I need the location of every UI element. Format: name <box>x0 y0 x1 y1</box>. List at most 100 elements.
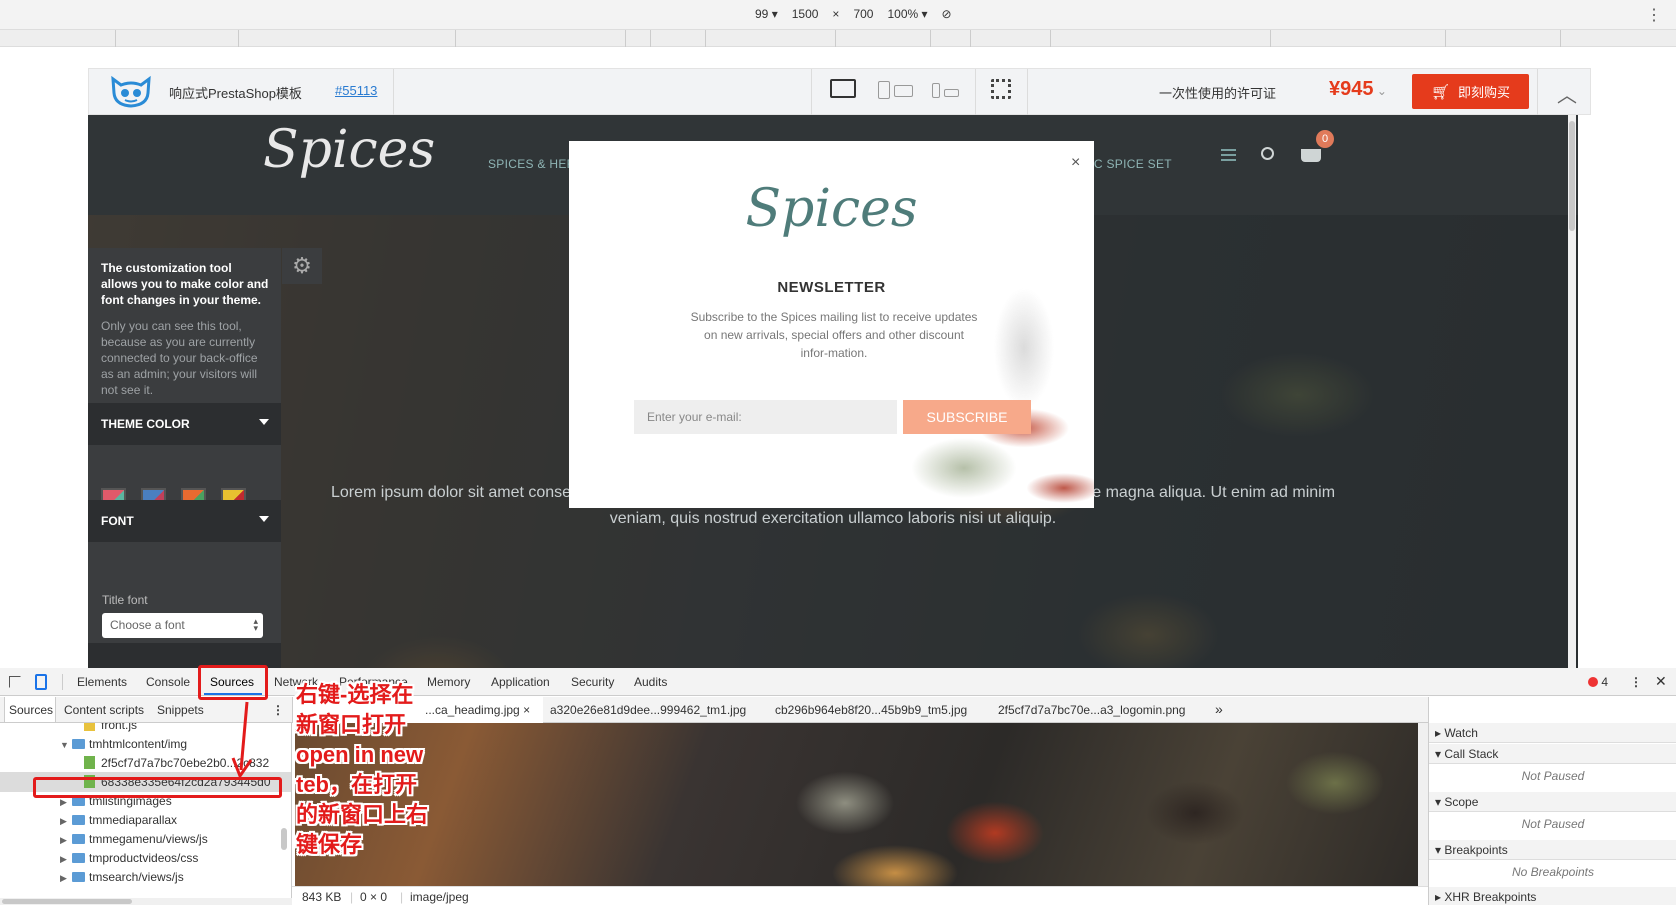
select-arrows-icon: ▴ ▾ <box>253 616 258 633</box>
subscribe-button[interactable]: SUBSCRIBE <box>903 400 1031 434</box>
tree-item-label: tmmegamenu/views/js <box>89 832 208 846</box>
caret-down-icon <box>259 516 269 522</box>
subtab-sources[interactable]: Sources <box>9 703 53 717</box>
dpr-select[interactable]: 99 ▾ <box>755 7 778 21</box>
error-counter[interactable]: 4 <box>1588 675 1608 689</box>
tree-hscrollbar[interactable] <box>0 898 292 905</box>
debugger-sidebar: ▸ Watch ▾ Call Stack Not Paused ▾ Scope … <box>1428 697 1676 905</box>
tree-item[interactable]: ▶ tmmegamenu/views/js <box>0 829 291 850</box>
price-select[interactable]: ¥945 ⌄ <box>1329 78 1387 101</box>
caret-down-icon <box>259 419 269 425</box>
cart-basket-icon[interactable] <box>1301 149 1321 162</box>
folder-icon <box>72 834 85 844</box>
image-mime: image/jpeg <box>410 890 469 904</box>
media-query-ruler <box>0 30 1676 47</box>
tab-audits[interactable]: Audits <box>634 675 667 689</box>
image-info-bar: 843 KB | 0 × 0 | image/jpeg <box>292 886 1428 905</box>
navigator-menu-icon[interactable]: ⋮ <box>272 703 284 717</box>
phone-view-icon[interactable] <box>932 83 940 98</box>
collapse-arrow-icon[interactable]: ▼ <box>60 735 72 755</box>
call-stack-section[interactable]: ▾ Call Stack <box>1429 744 1676 764</box>
tablet-view-icon[interactable] <box>878 81 890 99</box>
font-section[interactable]: FONT <box>88 500 281 542</box>
folder-icon <box>72 739 85 749</box>
inspect-element-icon[interactable] <box>9 676 21 688</box>
cart-icon: 🛒︎ <box>1430 83 1451 101</box>
width-input[interactable]: 1500 <box>792 7 819 21</box>
tree-item[interactable]: ▶ tmproductvideos/css <box>0 848 291 869</box>
scope-section[interactable]: ▾ Scope <box>1429 792 1676 812</box>
search-icon[interactable] <box>1261 147 1274 160</box>
file-tab[interactable]: 2f5cf7d7a7bc70e...a3_logomin.png <box>998 703 1185 717</box>
settings-gear-icon[interactable]: ⚙ <box>282 248 322 284</box>
devtools-menu-icon[interactable]: ⋮ <box>1630 675 1642 689</box>
tree-scrollbar[interactable] <box>281 828 287 850</box>
template-id-link[interactable]: #55113 <box>335 83 377 98</box>
tab-console[interactable]: Console <box>146 675 190 689</box>
file-tab[interactable]: cb296b964eb8f20...45b9b9_tm5.jpg <box>775 703 967 717</box>
collapse-chevron-icon[interactable]: ︿ <box>1557 79 1577 108</box>
rotate-icon[interactable]: ⊘ <box>942 7 952 21</box>
tab-application[interactable]: Application <box>491 675 550 689</box>
expand-arrow-icon[interactable]: ▶ <box>60 849 72 869</box>
font-section-label: FONT <box>101 514 134 528</box>
breakpoints-status: No Breakpoints <box>1511 865 1595 879</box>
tree-item-label: tmsearch/views/js <box>89 870 184 884</box>
annotation-line: 新窗口打开 <box>296 712 407 737</box>
folder-icon <box>72 815 85 825</box>
subtab-snippets[interactable]: Snippets <box>157 703 204 717</box>
phone-landscape-view-icon[interactable] <box>944 89 959 97</box>
site-logo[interactable]: Spices <box>263 120 435 180</box>
folder-icon <box>72 853 85 863</box>
annotation-highlight-sources-tab <box>198 665 268 700</box>
height-input[interactable]: 700 <box>853 7 873 21</box>
subtab-content-scripts[interactable]: Content scripts <box>64 703 144 717</box>
annotation-line: 的新窗口上右 <box>296 802 429 827</box>
close-icon[interactable]: × <box>523 703 530 717</box>
preview-scrollbar[interactable] <box>1568 115 1576 668</box>
tree-item[interactable]: ▶ tmmediaparallax <box>0 810 291 831</box>
xhr-breakpoints-section[interactable]: ▸ XHR Breakpoints <box>1429 887 1676 905</box>
tree-item-label: tmmediaparallax <box>89 813 178 827</box>
hamburger-menu-icon[interactable] <box>1221 149 1236 161</box>
email-input[interactable]: Enter your e-mail: <box>634 400 897 434</box>
close-devtools-icon[interactable]: ✕ <box>1655 673 1667 690</box>
tree-item[interactable]: ▶ tmsearch/views/js <box>0 867 291 888</box>
device-mode-icon[interactable] <box>35 674 47 690</box>
desktop-view-icon[interactable] <box>830 79 856 98</box>
newsletter-heading: NEWSLETTER <box>777 279 886 296</box>
zoom-select[interactable]: 100% ▾ <box>887 7 927 21</box>
watch-section[interactable]: ▸ Watch <box>1429 723 1676 743</box>
expand-arrow-icon[interactable]: ▶ <box>60 868 72 888</box>
file-tab[interactable]: a320e26e81d9dee...999462_tm1.jpg <box>550 703 746 717</box>
device-toolbar-controls: 99 ▾ 1500 × 700 100% ▾ ⊘ <box>755 7 952 21</box>
theme-color-section[interactable]: THEME COLOR <box>88 403 281 445</box>
font-select[interactable]: Choose a font ▴ ▾ <box>102 613 263 638</box>
times-sign: × <box>832 7 840 21</box>
annotation-highlight-file <box>33 777 282 798</box>
close-icon[interactable]: × <box>1071 154 1080 172</box>
template-bar: 响应式PrestaShop模板 #55113 一次性使用的许可证 ¥945 ⌄ … <box>88 68 1591 115</box>
more-tabs-icon[interactable]: » <box>1215 701 1223 717</box>
expand-arrow-icon[interactable]: ▶ <box>60 830 72 850</box>
title-font-label: Title font <box>102 593 148 607</box>
font-select-value: Choose a font <box>110 618 185 632</box>
call-stack-label: Call Stack <box>1444 747 1499 761</box>
buy-now-button[interactable]: 🛒︎ 即刻购买 <box>1412 74 1529 109</box>
qr-code-icon[interactable] <box>991 79 1011 99</box>
preview-scrollbar[interactable] <box>1418 723 1428 886</box>
newsletter-modal: × Spices NEWSLETTER Subscribe to the Spi… <box>569 141 1094 508</box>
tab-elements[interactable]: Elements <box>77 675 127 689</box>
annotation-arrow-icon <box>231 701 253 780</box>
tab-security[interactable]: Security <box>571 675 614 689</box>
watch-label: Watch <box>1444 726 1478 740</box>
license-label[interactable]: 一次性使用的许可证 <box>1159 83 1276 102</box>
expand-arrow-icon[interactable]: ▶ <box>60 811 72 831</box>
more-menu-icon[interactable]: ⋮ <box>1646 5 1662 25</box>
cart-count-badge: 0 <box>1316 130 1334 148</box>
error-count: 4 <box>1601 675 1609 689</box>
templatemonster-logo[interactable] <box>107 75 155 109</box>
breakpoints-section[interactable]: ▾ Breakpoints <box>1429 840 1676 860</box>
image-dimensions: 0 × 0 <box>360 890 388 904</box>
tablet-landscape-view-icon[interactable] <box>894 85 913 97</box>
